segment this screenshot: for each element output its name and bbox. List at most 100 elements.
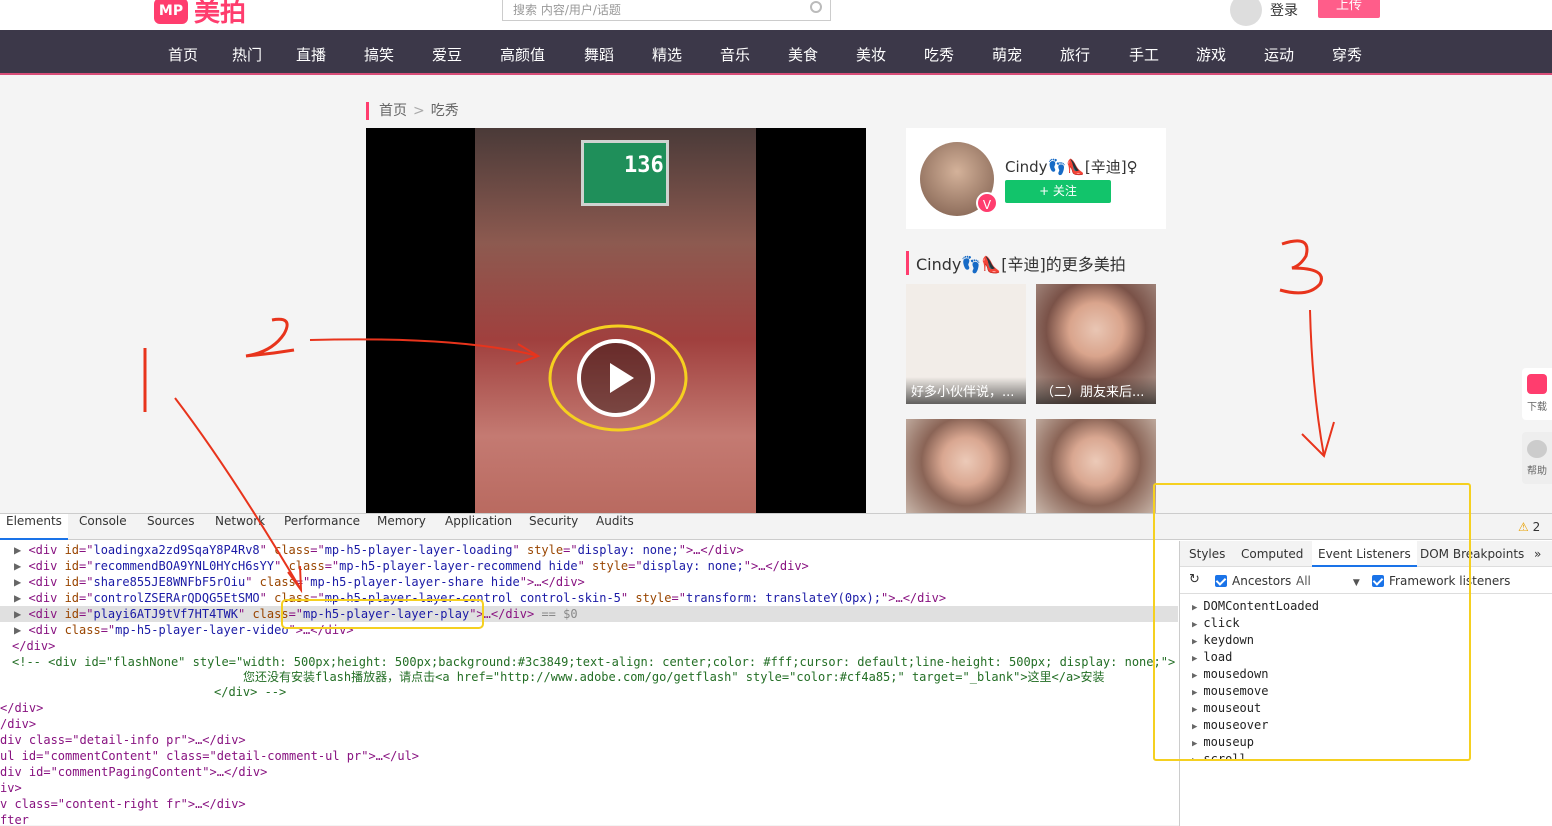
event-listener-item[interactable]: ▶ keydown (1192, 632, 1254, 649)
dom-node[interactable]: /div> (0, 716, 36, 732)
event-listener-item[interactable]: ▶ scroll (1192, 751, 1247, 760)
listener-options: ↻ Ancestors All ▼ Framework listeners (1180, 568, 1552, 594)
node-tail: >…</div> (476, 607, 535, 621)
dom-node[interactable]: ul id="commentContent" class="detail-com… (0, 748, 419, 764)
search-input[interactable]: 搜索 内容/用户/话题 (502, 0, 831, 21)
dom-node[interactable]: div id="commentPagingContent">…</div> (0, 764, 267, 780)
nav-item[interactable]: 手工 (1129, 44, 1159, 65)
nav-item[interactable]: 音乐 (720, 44, 750, 65)
event-listener-item[interactable]: ▶ mouseout (1192, 700, 1261, 717)
dom-node[interactable]: ▶ <div id="loadingxa2zd9SqaY8P4Rv8" clas… (14, 542, 744, 558)
video-thumbnail[interactable]: 好多小伙伴说，... (906, 284, 1026, 404)
dom-node[interactable]: v class="content-right fr">…</div> (0, 796, 246, 812)
node-style: transform: translateY(0px); (685, 591, 882, 605)
play-button[interactable] (577, 339, 655, 417)
video-thumbnail[interactable] (1036, 419, 1156, 513)
logo-text: 美拍 (194, 0, 247, 28)
event-listener-item[interactable]: ▶ mousedown (1192, 666, 1268, 683)
breadcrumb-home[interactable]: 首页 (379, 103, 407, 119)
verified-badge: V (976, 192, 998, 214)
dom-close-tag[interactable]: </div> (12, 638, 55, 654)
download-app-button[interactable]: 下载 (1522, 368, 1552, 420)
sidebar-tabbar: Styles Computed Event Listeners DOM Brea… (1180, 541, 1552, 567)
event-listener-item[interactable]: ▶ mousemove (1192, 683, 1268, 700)
event-listener-item[interactable]: ▶ click (1192, 615, 1240, 632)
help-button[interactable]: 帮助 (1522, 432, 1552, 484)
warning-count[interactable]: ⚠ 2 (1518, 514, 1540, 540)
dom-node[interactable]: fter (0, 812, 29, 826)
nav-item[interactable]: 旅行 (1060, 44, 1090, 65)
event-listener-item[interactable]: ▶ DOMContentLoaded (1192, 598, 1319, 615)
dom-node[interactable]: div class="detail-info pr">…</div> (0, 732, 246, 748)
event-name: mousedown (1203, 667, 1269, 681)
tab-computed[interactable]: Computed (1241, 541, 1303, 567)
nav-item[interactable]: 高颜值 (500, 44, 545, 65)
dom-node[interactable]: iv> (0, 780, 22, 796)
arrow-to-listeners (1309, 309, 1325, 457)
author-name[interactable]: Cindy👣👠[辛迪]♀ (1005, 156, 1138, 177)
nav-item[interactable]: 舞蹈 (584, 44, 614, 65)
nav-item[interactable]: 热门 (232, 44, 262, 65)
tab-sources[interactable]: Sources (147, 514, 194, 540)
node-id: share855JE8WNFbF5rOiu (93, 575, 246, 589)
tab-event-listeners[interactable]: Event Listeners (1312, 541, 1417, 567)
tab-network[interactable]: Network (215, 514, 265, 540)
nav-item[interactable]: 美妆 (856, 44, 886, 65)
tab-console[interactable]: Console (79, 514, 127, 540)
video-player[interactable]: 136 (366, 128, 866, 513)
nav-item[interactable]: 吃秀 (924, 44, 954, 65)
upload-button[interactable]: 上传 (1318, 0, 1380, 18)
dom-node[interactable]: ▶ <div id="controlZSERArQDQG5EtSMO" clas… (14, 590, 946, 606)
dom-node-selected[interactable]: ▶ <div id="playi6ATJ9tVf7HT4TWK" class="… (0, 606, 1178, 622)
nav-item[interactable]: 搞笑 (364, 44, 394, 65)
tab-security[interactable]: Security (529, 514, 578, 540)
tab-memory[interactable]: Memory (377, 514, 426, 540)
event-name: mouseup (1203, 735, 1254, 749)
nav-item[interactable]: 爱豆 (432, 44, 462, 65)
breadcrumb-current[interactable]: 吃秀 (431, 103, 459, 119)
dom-node[interactable]: ▶ <div id="recommendBOA9YNL0HYcH6sYY" cl… (14, 558, 809, 574)
dom-node[interactable]: ▶ <div class="mp-h5-player-layer-video">… (14, 622, 354, 638)
expand-icon: ▶ (1192, 654, 1198, 664)
event-listener-item[interactable]: ▶ load (1192, 649, 1232, 666)
chevron-down-icon: ▼ (1352, 578, 1360, 588)
video-thumbnail[interactable] (906, 419, 1026, 513)
dom-node[interactable]: </div> (0, 700, 43, 716)
more-videos-title: Cindy👣👠[辛迪]的更多美拍 (906, 251, 1126, 275)
follow-button[interactable]: + 关注 (1005, 180, 1111, 203)
expand-icon: ▶ (1192, 739, 1198, 749)
nav-item[interactable]: 穿秀 (1332, 44, 1362, 65)
nav-item[interactable]: 游戏 (1196, 44, 1226, 65)
tab-dom-breakpoints[interactable]: DOM Breakpoints (1420, 541, 1524, 567)
thumbnail-caption: （二）朋友来后... (1036, 377, 1156, 404)
tab-styles[interactable]: Styles (1189, 541, 1225, 567)
framework-listeners-checkbox[interactable]: Framework listeners (1372, 574, 1510, 588)
nav-item[interactable]: 美食 (788, 44, 818, 65)
tab-elements[interactable]: Elements (0, 514, 68, 540)
tab-performance[interactable]: Performance (284, 514, 360, 540)
tab-application[interactable]: Application (445, 514, 512, 540)
refresh-icon[interactable]: ↻ (1189, 572, 1200, 587)
node-id: controlZSERArQDQG5EtSMO (93, 591, 260, 605)
login-button[interactable]: 登录 (1230, 0, 1298, 26)
dom-comment[interactable]: <!-- <div id="flashNone" style="width: 5… (12, 654, 1175, 670)
node-style: display: none; (642, 559, 744, 573)
nav-item[interactable]: 精选 (652, 44, 682, 65)
all-label: All (1296, 574, 1311, 588)
ancestors-checkbox[interactable]: Ancestors (1215, 574, 1291, 588)
dom-node[interactable]: ▶ <div id="share855JE8WNFbF5rOiu" class=… (14, 574, 585, 590)
site-logo[interactable]: MP 美拍 (154, 0, 246, 29)
nav-item[interactable]: 运动 (1264, 44, 1294, 65)
video-thumbnail[interactable]: （二）朋友来后... (1036, 284, 1156, 404)
search-icon[interactable] (810, 1, 822, 13)
nav-item[interactable]: 萌宠 (992, 44, 1022, 65)
all-select[interactable]: All ▼ (1296, 574, 1360, 588)
event-name: load (1203, 650, 1233, 664)
node-tail: >…</div> (526, 575, 585, 589)
event-listener-item[interactable]: ▶ mouseover (1192, 717, 1268, 734)
more-tabs-icon[interactable]: » (1534, 541, 1541, 567)
event-listener-item[interactable]: ▶ mouseup (1192, 734, 1254, 751)
nav-item[interactable]: 首页 (168, 44, 198, 65)
nav-item[interactable]: 直播 (296, 44, 326, 65)
tab-audits[interactable]: Audits (596, 514, 634, 540)
